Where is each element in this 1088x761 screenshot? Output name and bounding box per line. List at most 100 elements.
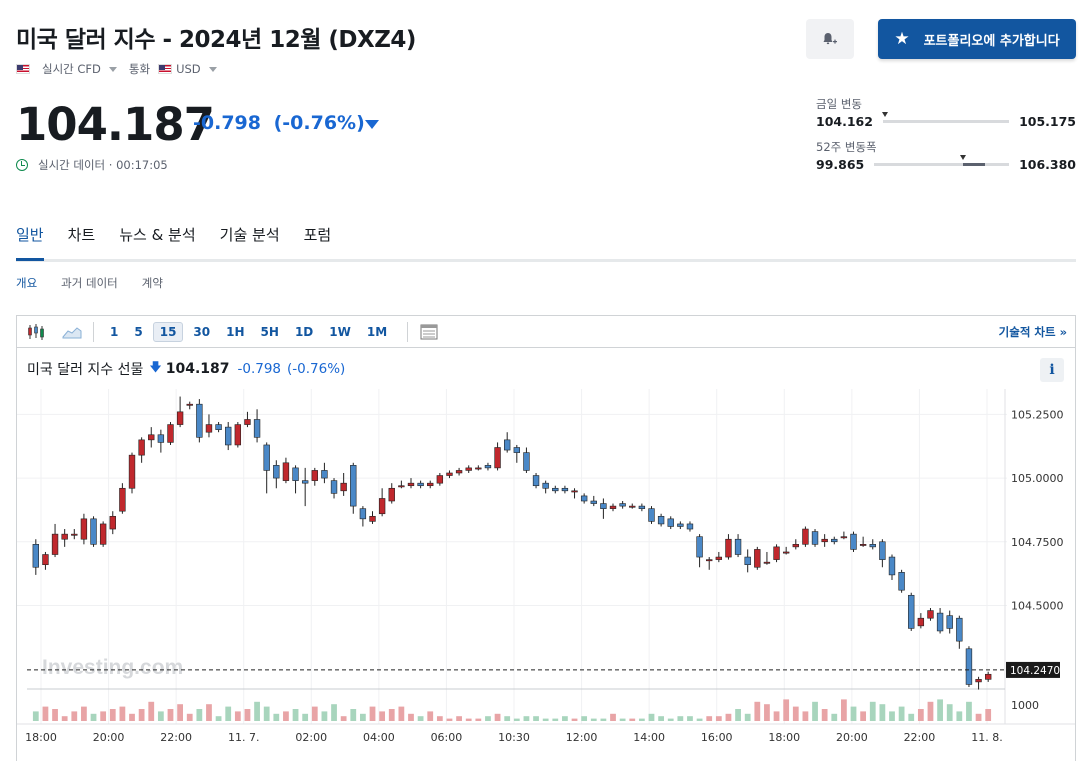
candle-body — [186, 403, 193, 406]
candle-body — [148, 434, 155, 441]
interval-1d[interactable]: 1D — [289, 323, 319, 341]
candlestick-chart-icon[interactable] — [25, 321, 47, 343]
investing-watermark: Investing.com — [42, 656, 183, 679]
candle-body — [734, 538, 742, 555]
chart-toolbar: 1 5 15 30 1H 5H 1D 1W 1M 기술적 차트 » — [17, 316, 1075, 348]
tab-news-analysis[interactable]: 뉴스 & 분석 — [119, 222, 195, 261]
volume-bar — [340, 716, 347, 721]
volume-bar — [975, 713, 982, 721]
subtab-overview[interactable]: 개요 — [16, 275, 37, 291]
candle-body — [225, 426, 232, 446]
currency-label: 통화 — [128, 62, 151, 76]
price-chart[interactable]: 105.2500 105.0000 104.7500 104.5000 Investin… — [17, 349, 1075, 761]
add-to-portfolio-button[interactable]: ★ 포트폴리오에 추가합니다 — [878, 19, 1076, 59]
candle-body — [552, 487, 559, 492]
market-type-dropdown-icon[interactable] — [108, 66, 117, 72]
week52-range-track — [874, 155, 1010, 166]
candle-body — [619, 503, 626, 507]
candle-body — [234, 424, 242, 446]
candle-body — [427, 482, 434, 487]
interval-1min[interactable]: 1 — [104, 323, 124, 341]
subtab-historical-data[interactable]: 과거 데이터 — [61, 275, 118, 291]
candle-body — [263, 444, 270, 471]
candle-body — [561, 487, 569, 492]
area-chart-icon[interactable] — [61, 321, 83, 343]
interval-1mo[interactable]: 1M — [361, 323, 393, 341]
tab-chart[interactable]: 차트 — [68, 222, 96, 261]
price-change-percent: (-0.76%) — [273, 112, 365, 134]
table-view-icon[interactable] — [418, 321, 440, 343]
candle-body — [167, 424, 174, 443]
candle-body — [917, 617, 925, 627]
volume-bar — [100, 711, 107, 721]
candle-body — [504, 439, 511, 451]
volume-bar — [283, 711, 289, 721]
volume-bar — [725, 713, 732, 721]
interval-30min[interactable]: 30 — [187, 323, 216, 341]
currency-dropdown-icon[interactable] — [208, 66, 217, 72]
candle-body — [908, 594, 915, 629]
candle-body — [388, 487, 395, 502]
us-flag-icon — [16, 64, 30, 74]
tab-forum[interactable]: 포럼 — [304, 222, 332, 261]
x-tick-label: 10:30 — [498, 731, 530, 744]
volume-bar — [744, 713, 751, 721]
last-price: 104.187 — [16, 98, 215, 151]
interval-1h[interactable]: 1H — [220, 323, 250, 341]
x-tick-label: 18:00 — [768, 731, 800, 744]
volume-bar — [196, 709, 203, 721]
interval-1w[interactable]: 1W — [323, 323, 357, 341]
volume-bar — [263, 706, 270, 721]
price-alert-button[interactable] — [806, 19, 854, 59]
subtab-contracts[interactable]: 계약 — [142, 275, 163, 291]
day-range-label: 금일 변동 — [816, 97, 862, 111]
volume-bar — [869, 701, 876, 721]
volume-bar — [764, 704, 770, 721]
volume-bar — [648, 713, 655, 721]
candle-body — [484, 465, 492, 469]
candle-body — [196, 403, 203, 438]
down-arrow-icon — [365, 120, 379, 129]
volume-bar — [783, 699, 790, 721]
candle-body — [927, 610, 934, 619]
volume-bar — [408, 713, 414, 721]
candle-body — [128, 454, 136, 489]
candle-body — [109, 515, 116, 530]
candle-body — [330, 480, 338, 494]
volume-bar — [552, 718, 559, 721]
y-tick-label: 105.0000 — [1011, 472, 1064, 485]
candle-body — [80, 518, 88, 540]
technical-chart-link[interactable]: 기술적 차트 » — [999, 324, 1067, 340]
candle-body — [965, 648, 973, 685]
info-button[interactable]: i — [1040, 358, 1064, 382]
volume-bar — [244, 709, 251, 721]
tab-technical-analysis[interactable]: 기술 분석 — [220, 222, 280, 261]
interval-5min[interactable]: 5 — [128, 323, 148, 341]
page-title: 미국 달러 지수 - 2024년 12월 (DXZ4) — [16, 27, 416, 53]
candle-body — [773, 546, 780, 560]
candle-body — [523, 452, 530, 471]
volume-bar — [109, 709, 116, 721]
interval-15min[interactable]: 15 — [152, 321, 184, 342]
candle-body — [763, 561, 771, 564]
candle-body — [244, 419, 251, 425]
volume-bar — [917, 709, 924, 721]
chart-widget: 1 5 15 30 1H 5H 1D 1W 1M 기술적 차트 » 105.25… — [16, 315, 1076, 761]
volume-bar — [215, 716, 222, 721]
volume-bar — [735, 709, 741, 721]
volume-bar — [71, 711, 78, 721]
interval-5h[interactable]: 5H — [255, 323, 285, 341]
candle-body — [253, 419, 261, 438]
clock-icon — [16, 159, 28, 171]
candle-body — [985, 673, 992, 680]
tab-general[interactable]: 일반 — [16, 222, 44, 261]
volume-bar — [360, 713, 366, 721]
volume-bar — [52, 709, 58, 721]
week52-range-label: 52주 변동폭 — [816, 140, 877, 154]
volume-bar — [571, 718, 578, 721]
toolbar-divider — [407, 321, 409, 342]
candle-body — [782, 551, 790, 554]
volume-bar — [860, 711, 867, 721]
volume-bar — [273, 713, 280, 721]
candle-body — [725, 538, 732, 558]
